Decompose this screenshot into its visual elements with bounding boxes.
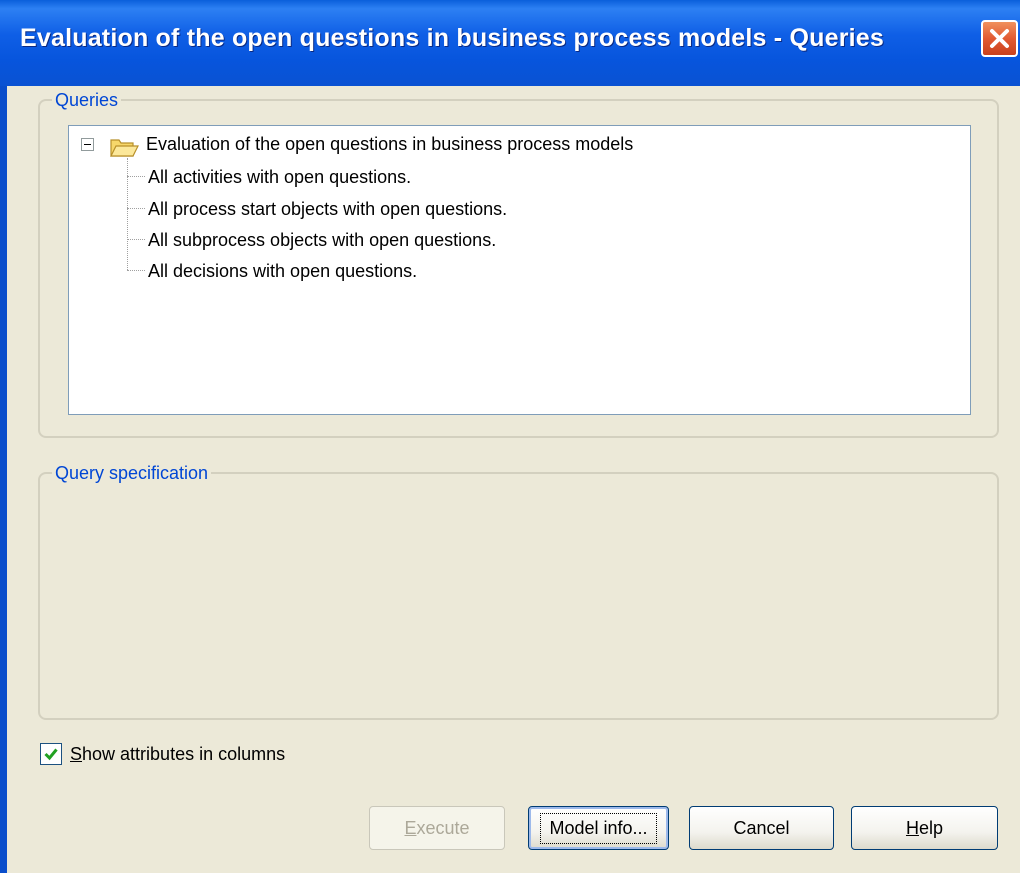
tree-connector — [127, 176, 145, 177]
folder-open-icon — [110, 139, 139, 157]
execute-button[interactable]: Execute — [369, 806, 505, 850]
checkmark-icon — [44, 748, 58, 761]
tree-connector — [127, 270, 145, 271]
execute-label: Execute — [404, 818, 469, 839]
label-text: how attributes in columns — [82, 744, 286, 764]
query-specification-legend: Query specification — [52, 462, 212, 484]
tree-connector — [127, 239, 145, 240]
show-attributes-checkbox[interactable] — [40, 743, 62, 765]
close-button[interactable] — [981, 20, 1018, 57]
accelerator-char: S — [70, 744, 83, 764]
tree-item[interactable]: All decisions with open questions. — [148, 260, 417, 282]
cancel-label: Cancel — [733, 817, 790, 838]
model-info-button[interactable]: Model info... — [528, 806, 669, 850]
label-text: xecute — [416, 817, 470, 838]
tree-item[interactable]: All activities with open questions. — [148, 166, 411, 188]
help-button[interactable]: Help — [851, 806, 998, 850]
query-specification-group — [38, 472, 999, 720]
accelerator-char: E — [404, 817, 417, 838]
model-info-label: Model info... — [540, 812, 657, 844]
help-label: Help — [906, 818, 943, 839]
tree-root-label[interactable]: Evaluation of the open questions in busi… — [146, 133, 633, 155]
tree-collapse-toggle[interactable] — [81, 138, 94, 151]
accelerator-char: H — [905, 817, 919, 838]
tree-item[interactable]: All process start objects with open ques… — [148, 198, 507, 220]
tree-connector — [127, 208, 145, 209]
show-attributes-label[interactable]: Show attributes in columns — [70, 743, 285, 765]
window-border — [0, 86, 7, 873]
tree-connector — [127, 158, 128, 270]
window-title: Evaluation of the open questions in busi… — [20, 24, 884, 52]
cancel-button[interactable]: Cancel — [689, 806, 834, 850]
title-bar[interactable]: Evaluation of the open questions in busi… — [0, 0, 1020, 86]
close-icon — [990, 29, 1009, 48]
label-text: elp — [918, 817, 944, 838]
queries-tree[interactable]: Evaluation of the open questions in busi… — [68, 125, 971, 415]
tree-item[interactable]: All subprocess objects with open questio… — [148, 229, 496, 251]
queries-group-legend: Queries — [52, 89, 122, 111]
